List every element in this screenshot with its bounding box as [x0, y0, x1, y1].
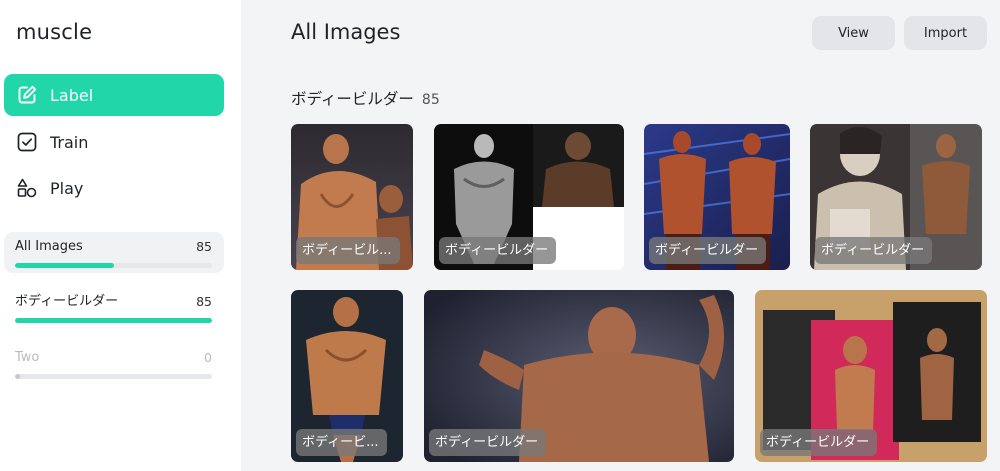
set-name: Two: [15, 350, 40, 365]
import-button[interactable]: Import: [904, 16, 987, 50]
set-progress-bar: [15, 374, 212, 379]
page-title: All Images: [291, 20, 401, 44]
image-label-tag: ボディービルダー: [815, 237, 933, 264]
image-card[interactable]: ボディービルダー: [755, 290, 987, 462]
set-progress-bar: [15, 263, 212, 268]
image-label-tag: ボディービルダー: [439, 237, 557, 264]
nav-label-text: Label: [50, 85, 94, 105]
image-label-tag: ボディービルダー: [760, 429, 878, 456]
image-card[interactable]: ボディービルダー: [810, 124, 982, 270]
image-card[interactable]: ボディービ...: [291, 290, 403, 462]
image-card[interactable]: ボディービルダー: [424, 290, 734, 462]
set-count: 85: [196, 239, 212, 254]
set-progress-fill: [15, 263, 114, 268]
set-progress-fill: [15, 318, 212, 323]
nav-play-text: Play: [50, 178, 84, 198]
nav-play[interactable]: Play: [4, 167, 224, 209]
set-item-bodybuilder[interactable]: ボディービルダー 85: [4, 287, 224, 328]
image-card[interactable]: ボディービル...: [291, 124, 413, 270]
image-label-tag: ボディービル...: [296, 237, 400, 264]
set-item-all-images[interactable]: All Images 85: [4, 232, 224, 273]
set-name: ボディービルダー: [15, 294, 119, 309]
shapes-icon: [16, 177, 38, 199]
set-count: 0: [204, 350, 212, 365]
view-button[interactable]: View: [812, 16, 895, 50]
set-item-two[interactable]: Two 0: [4, 343, 224, 384]
image-card[interactable]: ボディービルダー: [434, 124, 624, 270]
set-progress-fill: [15, 374, 20, 379]
image-label-tag: ボディービ...: [296, 429, 387, 456]
image-label-tag: ボディービルダー: [429, 429, 547, 456]
image-label-tag: ボディービルダー: [649, 237, 767, 264]
nav-train[interactable]: Train: [4, 121, 224, 163]
edit-icon: [16, 84, 38, 106]
set-count: 85: [196, 294, 212, 309]
nav-label[interactable]: Label: [4, 74, 224, 116]
app-title: muscle: [16, 20, 93, 44]
checkbox-icon: [16, 131, 38, 153]
section-label: ボディービルダー: [291, 90, 414, 108]
section-count: 85: [421, 92, 440, 108]
sidebar: muscle Label Train Play All Images 85 ボデ…: [0, 0, 241, 471]
image-card[interactable]: ボディービルダー: [644, 124, 790, 270]
main-panel: All Images View Import ボディービルダー 85 ボディービ…: [241, 0, 1000, 471]
section-heading: ボディービルダー 85: [291, 87, 440, 109]
set-name: All Images: [15, 239, 83, 254]
nav-train-text: Train: [50, 132, 89, 152]
set-progress-bar: [15, 318, 212, 323]
